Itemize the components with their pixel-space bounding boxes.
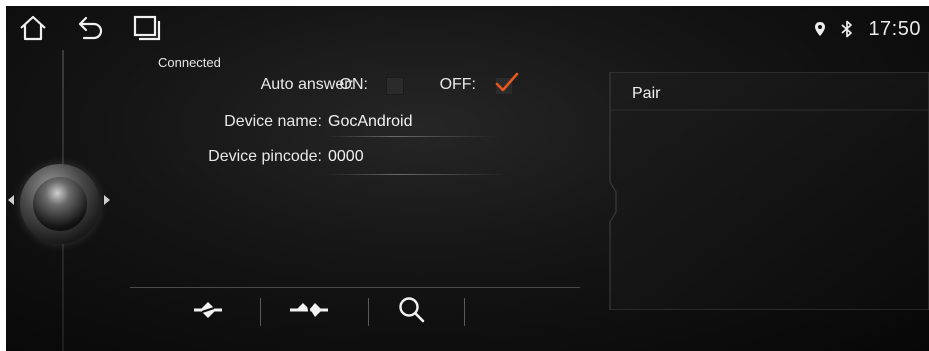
toolbar-separator — [260, 298, 261, 326]
auto-answer-label: Auto answer: — [260, 76, 354, 93]
auto-answer-on-checkbox[interactable] — [386, 77, 404, 95]
toolbar-divider — [130, 287, 580, 288]
auto-answer-off-checkbox[interactable] — [494, 72, 520, 94]
top-bar: 17:50 — [6, 6, 929, 50]
connect-icon[interactable] — [186, 293, 230, 327]
device-pincode-underline — [326, 174, 506, 175]
pair-title[interactable]: Pair — [632, 85, 660, 103]
pair-panel[interactable]: Pair — [606, 72, 929, 310]
connection-status: Connected — [158, 55, 221, 70]
device-pincode-value[interactable]: 0000 — [328, 148, 364, 166]
clock: 17:50 — [868, 17, 921, 40]
disconnect-icon[interactable] — [284, 293, 334, 327]
search-icon[interactable] — [392, 293, 432, 327]
right-arrow-icon — [104, 195, 110, 205]
back-icon[interactable] — [74, 12, 108, 44]
knob-cap — [33, 177, 87, 231]
device-name-value[interactable]: GocAndroid — [328, 113, 413, 131]
car-screen: 17:50 Connected Auto answer: ON: OFF: De… — [6, 6, 929, 351]
device-name-underline — [326, 136, 496, 137]
device-name-label: Device name: — [224, 113, 322, 130]
bluetooth-icon — [840, 20, 854, 38]
left-arrow-icon — [8, 195, 14, 205]
windows-icon[interactable] — [130, 12, 164, 44]
auto-answer-off-label: OFF: — [439, 76, 476, 93]
toolbar-separator — [464, 298, 465, 326]
device-pincode-label: Device pincode: — [208, 148, 322, 165]
auto-answer-on-label: ON: — [339, 76, 368, 93]
home-icon[interactable] — [16, 12, 50, 44]
status-area: 17:50 — [814, 16, 921, 42]
location-pin-icon — [814, 21, 826, 37]
rotary-knob[interactable] — [6, 156, 116, 246]
toolbar-separator — [368, 298, 369, 326]
